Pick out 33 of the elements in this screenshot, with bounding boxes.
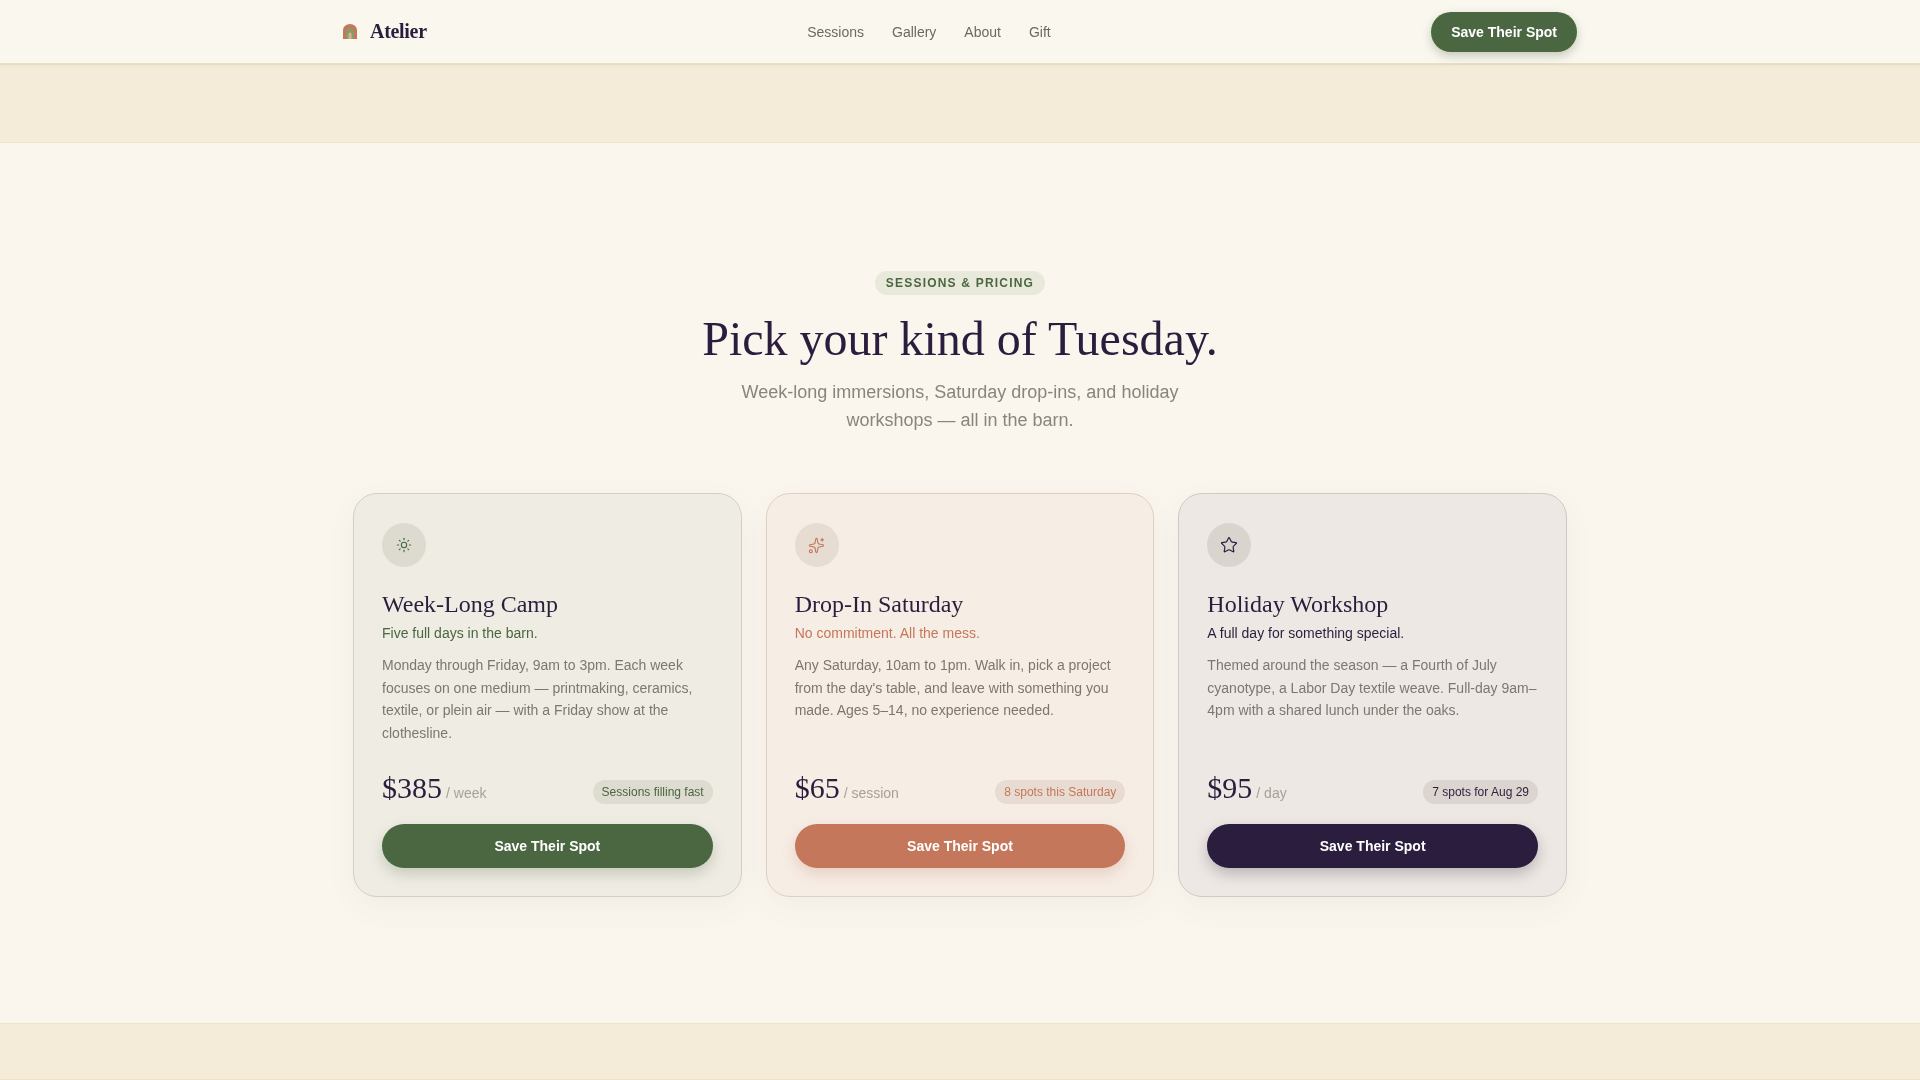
save-spot-button[interactable]: Save Their Spot	[382, 824, 713, 868]
availability-tag: 8 spots this Saturday	[995, 780, 1126, 804]
price-amount: $65	[794, 770, 840, 806]
arch-logo-icon	[343, 24, 357, 39]
plan-tagline: A full day for something special.	[1207, 624, 1406, 643]
price-unit: / session	[843, 785, 899, 801]
save-spot-button[interactable]: Save Their Spot	[1207, 824, 1538, 868]
plan-description: Themed around the season — a Fourth of July cyanotype, a Labor Day textile weave. Full-day 9am–4pm with a shared lunch under the oaks.	[1207, 656, 1538, 720]
price-amount: $95	[1207, 770, 1253, 806]
sparkles-icon	[794, 523, 839, 567]
plan-tagline: No commitment. All the mess.	[794, 624, 981, 643]
plan-description: Monday through Friday, 9am to 3pm. Each week focuses on one medium — printmaking, ceramics, textile, or plein air — with a Friday show at the clothesline.	[382, 656, 694, 743]
plan-title: Week-Long Camp	[382, 590, 559, 619]
plan-description: Any Saturday, 10am to 1pm. Walk in, pick a project from the day's table, and leave with something you made. Ages 5–14, no experience needed.	[794, 656, 1112, 720]
nav-link[interactable]: Sessions	[807, 23, 864, 40]
price-unit: / week	[446, 785, 487, 801]
availability-tag: Sessions filling fast	[592, 780, 713, 804]
nav-link[interactable]: Gallery	[892, 23, 937, 40]
price-unit: / day	[1256, 785, 1287, 801]
section-title: Pick your kind of Tuesday.	[702, 311, 1218, 367]
plan-tagline: Five full days in the barn.	[382, 624, 539, 643]
save-spot-button[interactable]: Save Their Spot	[1431, 11, 1577, 52]
logo-link[interactable]: Atelier	[343, 20, 427, 43]
price-amount: $385	[382, 770, 442, 806]
availability-tag: 7 spots for Aug 29	[1423, 780, 1538, 804]
plan-title: Holiday Workshop	[1207, 590, 1390, 619]
plan-title: Drop-In Saturday	[794, 590, 965, 619]
sun-icon	[382, 523, 426, 567]
section-eyebrow: SESSIONS & PRICING	[874, 271, 1046, 295]
nav-link[interactable]: Gift	[1028, 23, 1051, 40]
section-subtitle: Week-long immersions, Saturday drop-ins, and holiday workshops — all in the barn.	[740, 381, 1180, 432]
save-spot-button[interactable]: Save Their Spot	[794, 824, 1126, 868]
nav-link[interactable]: About	[964, 23, 1001, 40]
